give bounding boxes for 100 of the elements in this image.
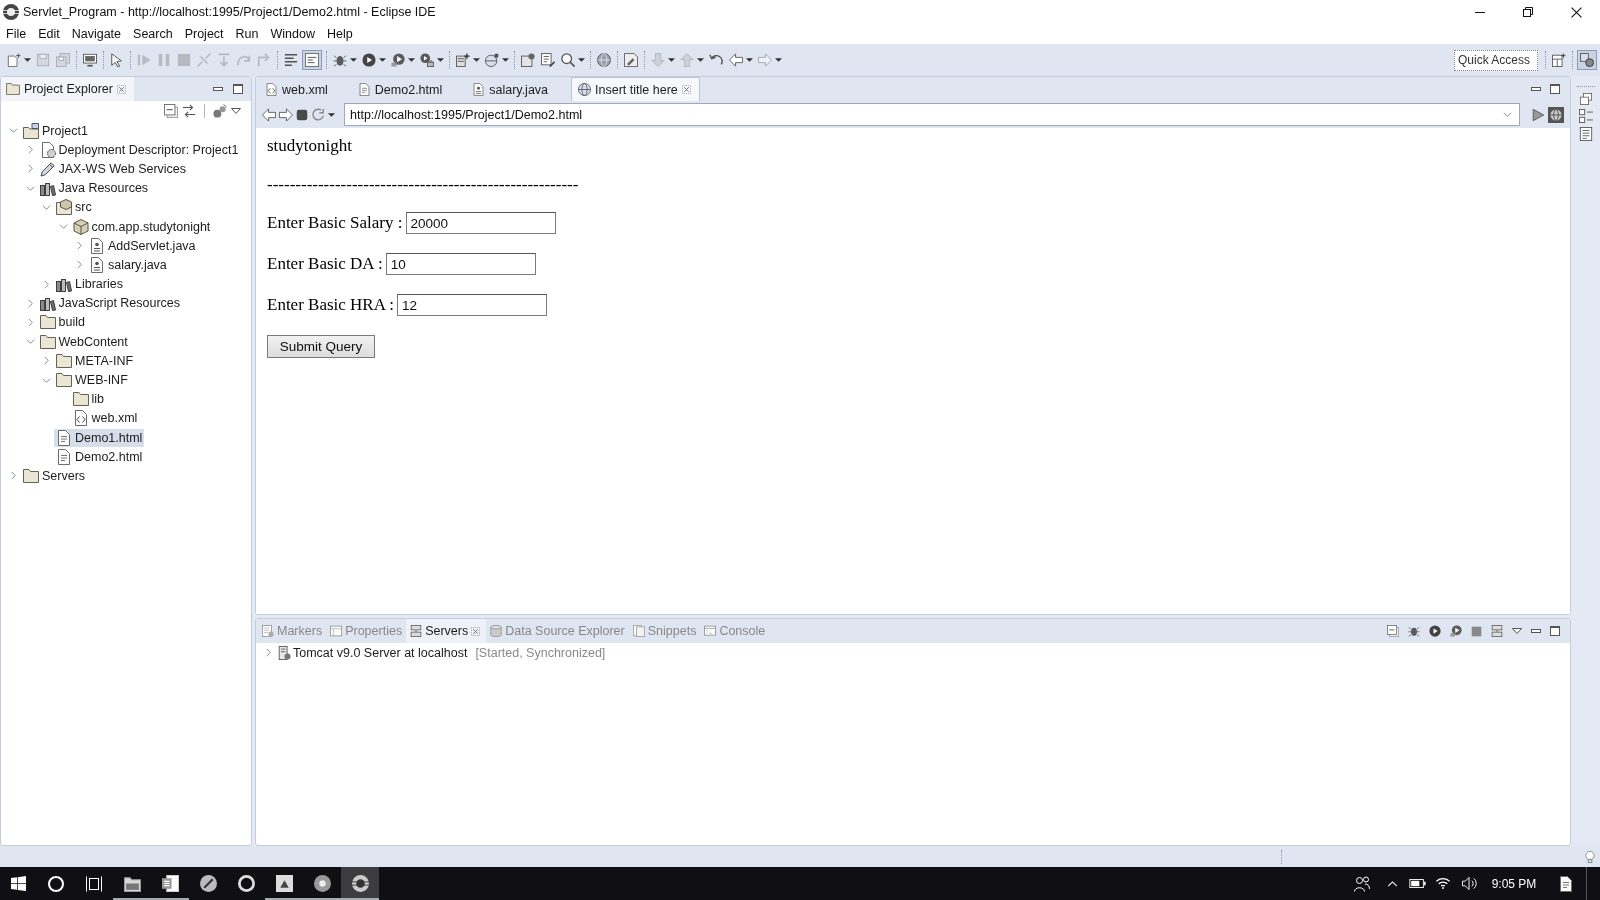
globe-icon[interactable] [485, 53, 499, 67]
minimize-icon[interactable] [213, 87, 223, 91]
notification-icon[interactable] [1558, 875, 1574, 892]
input-field[interactable]: 10 [385, 253, 536, 275]
url-field[interactable]: http://localhost:1995/Project1/Demo2.html [344, 103, 1520, 126]
caret-icon[interactable] [473, 58, 480, 62]
play-toolbox-icon[interactable] [420, 53, 434, 67]
tree-item[interactable]: lib [70, 390, 106, 409]
menu-item[interactable]: Search [127, 27, 179, 41]
open-perspective-icon[interactable] [1552, 53, 1566, 67]
search-icon[interactable] [48, 875, 64, 892]
menu-item[interactable]: Window [264, 27, 321, 41]
caret-icon[interactable] [746, 58, 753, 62]
tree-item[interactable]: AddServlet.java [87, 236, 198, 255]
servers-icon[interactable] [1491, 625, 1503, 637]
tree-item[interactable]: salary.java [87, 255, 169, 274]
tree-item[interactable]: META-INF [54, 351, 136, 370]
search-icon[interactable] [561, 53, 575, 67]
cursor-icon[interactable] [110, 53, 124, 67]
arrow-left-icon[interactable] [729, 53, 743, 67]
open-type-icon[interactable] [521, 53, 535, 67]
play-icon[interactable] [1429, 625, 1441, 637]
menu-item[interactable]: Run [229, 27, 265, 41]
bug-icon[interactable] [1408, 625, 1420, 637]
people-icon[interactable] [1354, 875, 1370, 892]
editor-tab[interactable]: Demo2.html [350, 77, 466, 101]
restore-icon[interactable] [1579, 93, 1592, 105]
maximize-icon[interactable] [1550, 626, 1560, 636]
bug-icon[interactable] [333, 53, 347, 67]
wifi-icon[interactable] [1435, 878, 1451, 889]
tree-item[interactable]: Project1 [21, 121, 90, 140]
menu-item[interactable]: Project [178, 27, 230, 41]
tree-item[interactable]: build [37, 313, 87, 332]
menu-item[interactable]: Navigate [65, 27, 128, 41]
tree-item[interactable]: Java Resources [37, 179, 151, 198]
caret-icon[interactable] [578, 58, 585, 62]
maximize-icon[interactable] [233, 84, 243, 94]
clock[interactable]: 9:05 PM [1491, 876, 1537, 891]
arrow-right-icon[interactable] [279, 107, 293, 122]
task-view-icon[interactable] [86, 875, 102, 892]
caret-icon[interactable] [408, 58, 415, 62]
tree-item[interactable]: Demo1.html [54, 428, 145, 447]
caret-icon[interactable] [328, 112, 335, 117]
volume-icon[interactable] [1461, 876, 1477, 891]
stop-icon[interactable] [296, 108, 308, 121]
server-item[interactable]: Tomcat v9.0 Server at localhost [277, 645, 468, 660]
filter-icon[interactable] [213, 104, 227, 118]
caret-icon[interactable] [379, 58, 386, 62]
server-icon[interactable] [456, 53, 470, 67]
tree-item[interactable]: com.app.studytonight [70, 217, 213, 236]
arrow-left-icon[interactable] [262, 107, 276, 122]
outline-icon[interactable] [1578, 109, 1593, 123]
tree-item[interactable]: WebContent [37, 332, 130, 351]
tree-item[interactable]: web.xml [70, 409, 140, 428]
editor-tab[interactable]: Insert title here [571, 77, 700, 101]
quick-access-field[interactable]: Quick Access [1454, 49, 1538, 71]
tree-item[interactable]: Deployment Descriptor: Project1 [37, 140, 241, 159]
coverage-icon[interactable] [391, 53, 405, 67]
task-list-icon[interactable] [1578, 127, 1593, 141]
editor-tab[interactable]: web.xml [258, 77, 351, 101]
link-icon[interactable] [182, 104, 196, 118]
caret-icon[interactable] [437, 58, 444, 62]
start-icon[interactable] [11, 876, 26, 891]
collapse-all-icon[interactable] [1387, 625, 1399, 637]
globe-icon[interactable] [597, 53, 611, 67]
menu-item[interactable]: Help [320, 27, 359, 41]
input-field[interactable]: 12 [397, 294, 547, 316]
battery-icon[interactable] [1408, 879, 1426, 888]
taskbar-button[interactable] [341, 867, 379, 900]
restore-icon[interactable] [1523, 7, 1533, 17]
minimize-icon[interactable] [1531, 87, 1541, 91]
menu-item[interactable]: Edit [32, 27, 66, 41]
caret-icon[interactable] [502, 58, 509, 62]
globe-icon[interactable] [1548, 106, 1564, 123]
new-file-icon[interactable] [7, 53, 21, 67]
caret-icon[interactable] [24, 58, 31, 62]
tree-item[interactable]: src [54, 198, 94, 217]
close-icon[interactable] [1570, 6, 1582, 18]
open-task-icon[interactable] [541, 53, 555, 67]
minimize-icon[interactable] [1531, 629, 1541, 633]
submit-button[interactable]: Submit Query [267, 335, 375, 358]
tree-item[interactable]: Demo2.html [54, 447, 145, 466]
lines-icon[interactable] [284, 53, 298, 67]
annotation-icon[interactable] [624, 53, 638, 67]
play-icon[interactable] [1531, 107, 1545, 122]
view-tab[interactable]: Servers [406, 619, 487, 643]
tree-item[interactable]: JavaScript Resources [37, 294, 183, 313]
tree-item[interactable]: Libraries [54, 275, 125, 294]
view-menu-icon[interactable] [231, 108, 241, 114]
perspective-icon[interactable] [1577, 50, 1597, 70]
caret-icon[interactable] [350, 58, 357, 62]
maximize-icon[interactable] [1550, 84, 1560, 94]
toggle-icon[interactable] [302, 50, 322, 70]
tree-item[interactable]: Servers [21, 466, 88, 485]
minimize-icon[interactable] [1475, 11, 1485, 13]
play-icon[interactable] [362, 53, 376, 67]
menu-item[interactable]: File [0, 27, 33, 41]
view-menu-icon[interactable] [1512, 628, 1522, 634]
tree-item[interactable]: JAX-WS Web Services [37, 159, 189, 178]
monitor-icon[interactable] [83, 53, 97, 67]
